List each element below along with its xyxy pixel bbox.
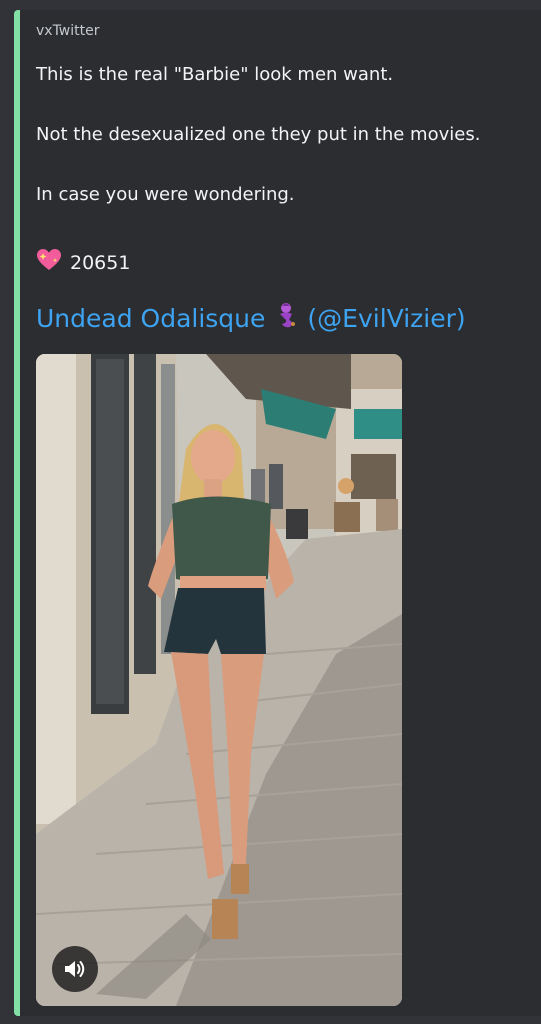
volume-button[interactable] bbox=[52, 946, 98, 992]
embed-accent-bar bbox=[14, 10, 20, 1016]
embed-author[interactable]: Undead Odalisque (@EvilVizier) bbox=[36, 300, 466, 336]
likes-count: 20651 bbox=[36, 248, 130, 277]
embed-provider[interactable]: vxTwitter bbox=[36, 23, 100, 39]
speaker-volume-icon bbox=[63, 958, 87, 980]
genie-emoji-icon bbox=[271, 300, 301, 336]
embed-video[interactable] bbox=[36, 354, 402, 1006]
author-name[interactable]: Undead Odalisque bbox=[36, 304, 265, 333]
description-line: In case you were wondering. bbox=[36, 184, 295, 205]
author-handle[interactable]: (@EvilVizier) bbox=[307, 304, 465, 333]
link-embed: vxTwitter This is the real "Barbie" look… bbox=[14, 10, 541, 1016]
description-line: Not the desexualized one they put in the… bbox=[36, 124, 481, 145]
embed-description: This is the real "Barbie" look men want.… bbox=[36, 62, 536, 242]
description-line: This is the real "Barbie" look men want. bbox=[36, 64, 394, 85]
likes-count-value: 20651 bbox=[70, 251, 131, 274]
sparkling-heart-icon bbox=[36, 248, 62, 277]
video-thumbnail bbox=[36, 354, 402, 1006]
